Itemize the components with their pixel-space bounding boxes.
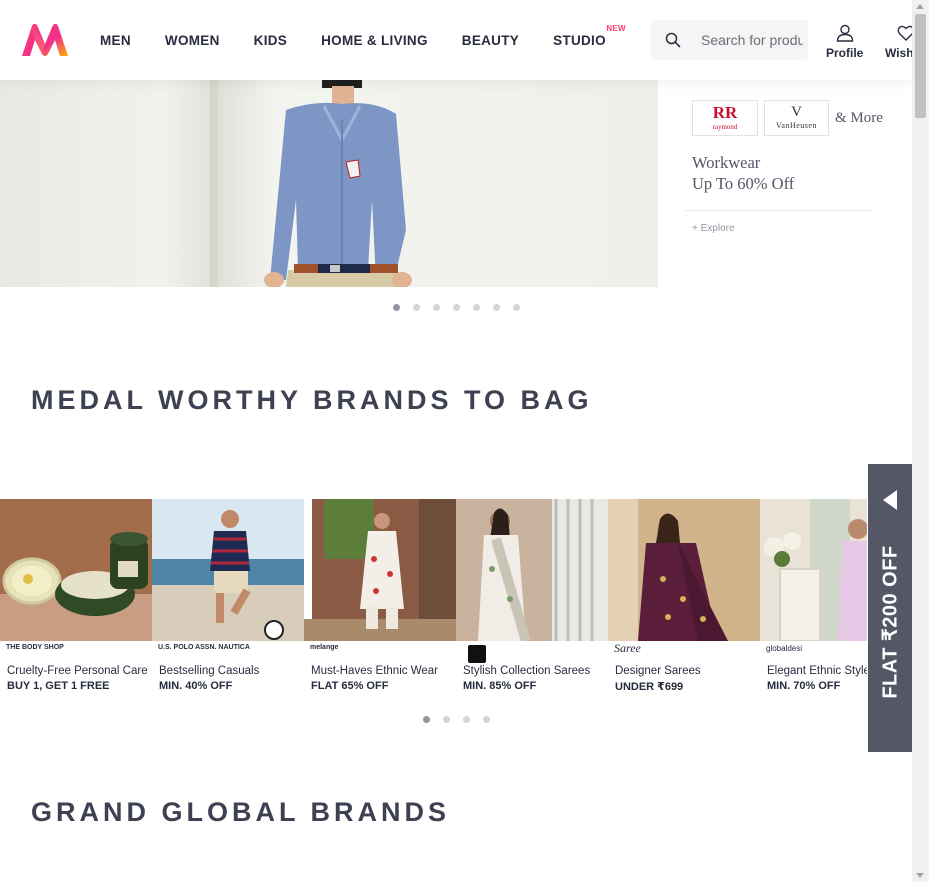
brand-card-image	[304, 499, 456, 641]
profile-button[interactable]: Profile	[826, 24, 863, 60]
profile-icon	[836, 24, 853, 42]
carousel-dot[interactable]	[463, 716, 470, 723]
scroll-thumb[interactable]	[915, 14, 926, 118]
new-badge: NEW	[606, 23, 626, 33]
carousel-dot[interactable]	[433, 304, 440, 311]
nav-men[interactable]: MEN	[100, 33, 131, 48]
search-box[interactable]	[651, 20, 808, 60]
brand-card-offer: FLAT 65% OFF	[311, 680, 389, 692]
heart-icon	[897, 25, 912, 41]
main-nav: MEN WOMEN KIDS HOME & LIVING BEAUTY STUD…	[100, 0, 640, 80]
scroll-down-arrow-icon[interactable]	[916, 873, 924, 878]
brand-card[interactable]: U.S. POLO ASSN. NAUTICA Bestselling Casu…	[152, 499, 304, 699]
search-icon[interactable]	[665, 32, 681, 48]
carousel-dot[interactable]	[473, 304, 480, 311]
vanheusen-logo-text: VanHeusen	[776, 121, 817, 130]
brand-carousel-dots	[423, 716, 503, 723]
brand-card-offer: MIN. 85% OFF	[463, 680, 537, 692]
top-header: MEN WOMEN KIDS HOME & LIVING BEAUTY STUD…	[0, 0, 912, 80]
nav-women[interactable]: WOMEN	[165, 33, 220, 48]
brand-logo-badge-icon	[468, 645, 486, 663]
hero-model-illustration	[264, 80, 412, 287]
brand-card-image	[152, 499, 304, 641]
chevron-left-icon[interactable]	[883, 490, 897, 510]
brand-card-offer: MIN. 40% OFF	[159, 680, 233, 692]
carousel-dot[interactable]	[413, 304, 420, 311]
brand-card-image	[760, 499, 867, 641]
brand-card-description: Must-Haves Ethnic Wear	[311, 665, 438, 677]
nav-studio[interactable]: STUDIO NEW	[553, 24, 626, 48]
brand-card-carousel: THE BODY SHOP Cruelty-Free Personal Care…	[0, 499, 867, 699]
myntra-logo[interactable]	[20, 22, 70, 58]
brand-card-description: Cruelty-Free Personal Care	[7, 665, 148, 677]
raymond-logo-text: raymond	[712, 123, 738, 131]
brand-card-offer: UNDER ₹699	[615, 681, 684, 693]
brand-card-logo: U.S. POLO ASSN. NAUTICA	[158, 644, 250, 651]
brand-card[interactable]: Stylish Collection Sarees MIN. 85% OFF	[456, 499, 608, 699]
brand-card-logo: THE BODY SHOP	[6, 644, 64, 651]
vanheusen-logo: V	[791, 104, 802, 120]
hero-divider	[685, 210, 872, 211]
raymond-logo: RR	[712, 103, 738, 122]
brand-card[interactable]: THE BODY SHOP Cruelty-Free Personal Care…	[0, 499, 152, 699]
and-more-label: & More	[835, 110, 883, 126]
carousel-dot[interactable]	[513, 304, 520, 311]
carousel-dot[interactable]	[483, 716, 490, 723]
hero-banner-image[interactable]	[0, 80, 658, 287]
brand-card-logo: Saree	[614, 641, 641, 655]
hero-carousel-dots	[393, 304, 533, 311]
hero-promo-title: Workwear Up To 60% Off	[692, 152, 794, 194]
profile-label: Profile	[826, 46, 864, 60]
carousel-dot[interactable]	[443, 716, 450, 723]
brand-card-image	[456, 499, 608, 641]
offer-tab-label: FLAT ₹200 OFF	[879, 545, 902, 699]
brand-card[interactable]: Saree Designer Sarees UNDER ₹699	[608, 499, 760, 699]
brand-card-offer: MIN. 70% OFF	[767, 680, 841, 692]
brand-card-image	[608, 499, 760, 641]
brand-card[interactable]: melange Must-Haves Ethnic Wear FLAT 65% …	[304, 499, 456, 699]
brand-card-description: Designer Sarees	[615, 665, 701, 677]
section-title-global-brands: GRAND GLOBAL BRANDS	[31, 797, 450, 827]
hero-title-line1: Workwear	[692, 153, 761, 172]
flat-offer-tab[interactable]: FLAT ₹200 OFF	[868, 464, 912, 752]
brand-card[interactable]: globaldesi Elegant Ethnic Styles MIN. 70…	[760, 499, 867, 699]
brand-card-description: Stylish Collection Sarees	[463, 665, 591, 677]
search-input[interactable]	[701, 20, 803, 60]
nav-home-living[interactable]: HOME & LIVING	[321, 33, 428, 48]
scroll-up-arrow-icon[interactable]	[916, 4, 924, 9]
brand-card-image	[0, 499, 152, 641]
vanheusen-logo-box[interactable]: V VanHeusen	[764, 100, 829, 136]
hero-title-line2: Up To 60% Off	[692, 174, 795, 193]
brand-card-logo: globaldesi	[766, 644, 803, 653]
section-title-medal-brands: MEDAL WORTHY BRANDS TO BAG	[31, 385, 593, 415]
brand-card-logo: melange	[310, 644, 339, 651]
hero-wall-column	[210, 80, 218, 287]
carousel-dot[interactable]	[453, 304, 460, 311]
brand-card-description: Bestselling Casuals	[159, 665, 260, 677]
page-scrollbar[interactable]	[912, 0, 929, 882]
carousel-dot[interactable]	[393, 304, 400, 311]
nav-studio-label: STUDIO	[553, 32, 606, 48]
carousel-dot[interactable]	[493, 304, 500, 311]
wishlist-button[interactable]: Wishlist	[885, 24, 912, 60]
raymond-logo-box[interactable]: RR raymond	[692, 100, 758, 136]
nav-kids[interactable]: KIDS	[254, 33, 287, 48]
explore-link[interactable]: + Explore	[692, 223, 735, 234]
nav-beauty[interactable]: BEAUTY	[462, 33, 519, 48]
brand-card-offer: BUY 1, GET 1 FREE	[7, 680, 110, 692]
wishlist-label: Wishlist	[885, 46, 912, 60]
brand-card-description: Elegant Ethnic Styles	[767, 665, 867, 677]
carousel-dot[interactable]	[423, 716, 430, 723]
